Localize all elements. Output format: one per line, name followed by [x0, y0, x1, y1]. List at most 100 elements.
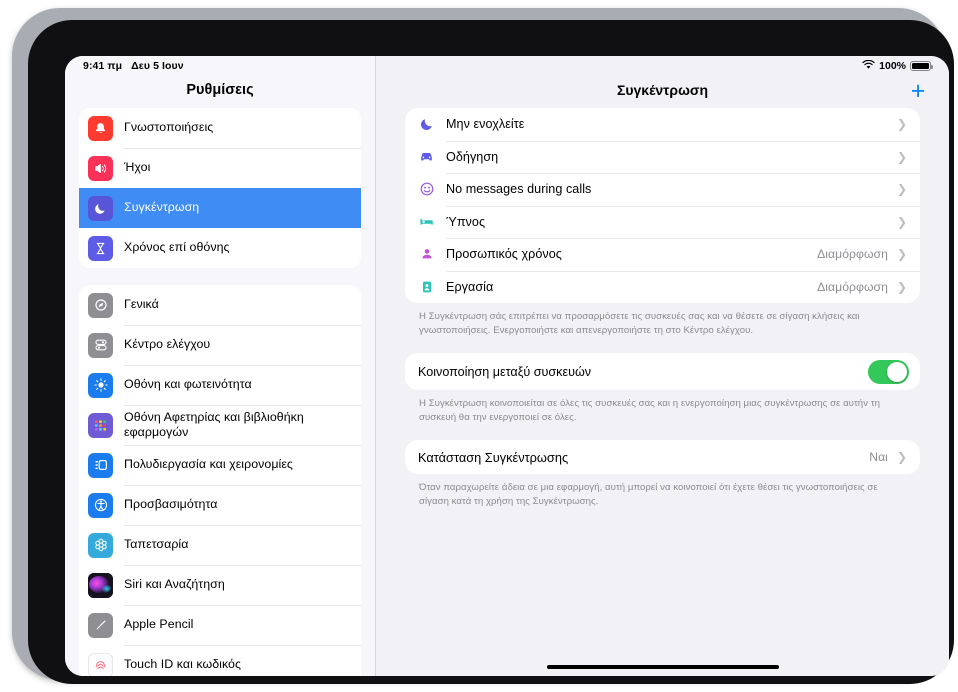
share-across-devices-card: Κοινοποίηση μεταξύ συσκευών: [405, 353, 920, 391]
screenshot-root: 9:41 πμ Δευ 5 Ιουν 100% Ρυθμίσεις Γνωστο…: [0, 0, 958, 692]
detail-body: Μην ενοχλείτε ❯ Οδήγηση ❯ No messages du…: [376, 108, 949, 509]
apple-pencil-icon: [88, 612, 113, 638]
focus-row-personal[interactable]: Προσωπικός χρόνος Διαμόρφωση ❯: [405, 238, 920, 271]
person-icon: [417, 245, 436, 264]
share-across-devices-label: Κοινοποίηση μεταξύ συσκευών: [418, 364, 592, 379]
touch-id-icon: [88, 652, 113, 676]
sidebar-item-label: Γνωστοποιήσεις: [124, 120, 214, 135]
battery-full-icon: [910, 61, 934, 71]
sidebar-item-label: Πολυδιεργασία και χειρονομίες: [124, 457, 293, 472]
sidebar-item-home-screen[interactable]: Οθόνη Αφετηρίας και βιβλιοθήκη εφαρμογών: [79, 405, 361, 445]
chevron-right-icon: ❯: [896, 149, 907, 164]
focus-row-label: Ύπνος: [446, 214, 486, 229]
focus-status-value: Ναι: [869, 450, 888, 465]
ipad-screen: 9:41 πμ Δευ 5 Ιουν 100% Ρυθμίσεις Γνωστο…: [65, 56, 949, 676]
sidebar-item-accessibility[interactable]: Προσβασιμότητα: [79, 485, 361, 525]
sidebar-item-label: Οθόνη Αφετηρίας και βιβλιοθήκη εφαρμογών: [124, 409, 304, 440]
toggle-knob: [887, 361, 907, 382]
status-bar-left: 9:41 πμ Δευ 5 Ιουν: [83, 60, 184, 72]
share-across-devices-row[interactable]: Κοινοποίηση μεταξύ συσκευών: [405, 353, 920, 390]
home-indicator[interactable]: [546, 665, 779, 669]
status-bar-right: 100%: [862, 59, 934, 73]
chevron-right-icon: ❯: [896, 279, 907, 294]
ipad-bezel: 9:41 πμ Δευ 5 Ιουν 100% Ρυθμίσεις Γνωστο…: [28, 20, 954, 684]
sidebar-item-label: Apple Pencil: [124, 617, 194, 632]
focus-moon-icon: [88, 195, 113, 221]
sidebar-group-2: Γενικά Κέντρο ελέγχου Οθόνη και φωτεινότ…: [79, 285, 361, 676]
sidebar-item-label: Χρόνος επί οθόνης: [124, 240, 230, 255]
focus-row-label: Οδήγηση: [446, 149, 499, 164]
status-date: Δευ 5 Ιουν: [131, 60, 184, 72]
battery-percent-label: 100%: [879, 60, 906, 72]
home-screen-icon: [88, 412, 113, 438]
focus-row-label: No messages during calls: [446, 182, 592, 197]
focus-footnote: Η Συγκέντρωση σάς επιτρέπει να προσαρμόσ…: [419, 311, 860, 336]
focus-row-work[interactable]: Εργασία Διαμόρφωση ❯: [405, 270, 920, 304]
status-bar: 9:41 πμ Δευ 5 Ιουν 100%: [65, 56, 949, 76]
sidebar-item-label: Κέντρο ελέγχου: [124, 337, 211, 352]
sidebar-item-general[interactable]: Γενικά: [79, 285, 361, 325]
sidebar-item-siri-search[interactable]: Siri και Αναζήτηση: [79, 565, 361, 605]
accessibility-icon: [88, 492, 113, 518]
sidebar-item-label: Προσβασιμότητα: [124, 497, 218, 512]
general-gear-icon: [88, 292, 113, 318]
chevron-right-icon: ❯: [896, 117, 907, 132]
focus-list-card: Μην ενοχλείτε ❯ Οδήγηση ❯ No messages du…: [405, 108, 920, 303]
sidebar-item-touch-id[interactable]: Touch ID και κωδικός: [79, 645, 361, 676]
display-brightness-icon: [88, 372, 113, 398]
sidebar-item-focus[interactable]: Συγκέντρωση: [79, 188, 361, 228]
siri-icon: [88, 572, 113, 598]
sidebar-item-control-center[interactable]: Κέντρο ελέγχου: [79, 325, 361, 365]
sidebar-item-label: Touch ID και κωδικός: [124, 657, 242, 672]
focus-row-driving[interactable]: Οδήγηση ❯: [405, 140, 920, 174]
notifications-icon: [88, 115, 113, 141]
id-badge-icon: [417, 277, 436, 296]
sidebar-item-wallpaper[interactable]: Ταπετσαρία: [79, 525, 361, 565]
wallpaper-icon: [88, 532, 113, 558]
sidebar-group-1: Γνωστοποιήσεις Ήχοι Συγκέντρωση Χρόνος ε…: [79, 108, 361, 268]
sidebar-item-apple-pencil[interactable]: Apple Pencil: [79, 605, 361, 645]
sidebar-item-label: Ήχοι: [124, 160, 151, 175]
sidebar-scroll-area[interactable]: Γνωστοποιήσεις Ήχοι Συγκέντρωση Χρόνος ε…: [65, 108, 375, 676]
screen-time-icon: [88, 235, 113, 261]
focus-detail-pane: Συγκέντρωση + Μην ενοχλείτε ❯ Οδήγηση ❯ …: [376, 56, 949, 676]
focus-row-label: Εργασία: [446, 279, 494, 294]
car-icon: [417, 147, 436, 166]
sidebar-item-display-brightness[interactable]: Οθόνη και φωτεινότητα: [79, 365, 361, 405]
multitasking-icon: [88, 452, 113, 478]
control-center-icon: [88, 332, 113, 358]
focus-row-value: Διαμόρφωση: [817, 247, 888, 262]
focus-row-do-not-disturb[interactable]: Μην ενοχλείτε ❯: [405, 108, 920, 141]
sidebar-item-notifications[interactable]: Γνωστοποιήσεις: [79, 108, 361, 148]
sidebar-item-sounds[interactable]: Ήχοι: [79, 148, 361, 188]
focus-row-sleep[interactable]: Ύπνος ❯: [405, 205, 920, 239]
focus-status-row[interactable]: Κατάσταση Συγκέντρωσης Ναι ❯: [405, 440, 920, 474]
page-title: Συγκέντρωση: [616, 82, 709, 98]
focus-status-label: Κατάσταση Συγκέντρωσης: [418, 449, 569, 465]
chevron-right-icon: ❯: [896, 182, 907, 197]
focus-row-no-messages-during-calls[interactable]: No messages during calls ❯: [405, 173, 920, 206]
sidebar-item-multitasking[interactable]: Πολυδιεργασία και χειρονομίες: [79, 445, 361, 485]
wifi-icon: [862, 59, 875, 73]
share-across-devices-toggle[interactable]: [868, 359, 909, 384]
chevron-right-icon: ❯: [896, 214, 907, 229]
sidebar-item-screen-time[interactable]: Χρόνος επί οθόνης: [79, 228, 361, 268]
split-view: Ρυθμίσεις Γνωστοποιήσεις Ήχοι Συγκέντρωσ…: [65, 56, 949, 676]
smiley-icon: [417, 180, 436, 199]
focus-status-card: Κατάσταση Συγκέντρωσης Ναι ❯: [405, 440, 920, 475]
ipad-frame-outer: 9:41 πμ Δευ 5 Ιουν 100% Ρυθμίσεις Γνωστο…: [12, 8, 954, 684]
status-time: 9:41 πμ: [83, 60, 123, 72]
sidebar-item-label: Γενικά: [124, 297, 159, 312]
sidebar-item-label: Siri και Αναζήτηση: [124, 577, 225, 592]
focus-row-label: Μην ενοχλείτε: [446, 117, 525, 132]
add-focus-button[interactable]: +: [905, 78, 931, 104]
chevron-right-icon: ❯: [896, 450, 907, 465]
share-footnote: Η Συγκέντρωση κοινοποιείται σε όλες τις …: [419, 398, 880, 423]
sidebar-item-label: Οθόνη και φωτεινότητα: [124, 377, 252, 392]
moon-icon: [417, 115, 436, 134]
bed-icon: [417, 212, 436, 231]
sidebar-item-label: Συγκέντρωση: [124, 200, 200, 215]
sounds-icon: [88, 155, 113, 181]
